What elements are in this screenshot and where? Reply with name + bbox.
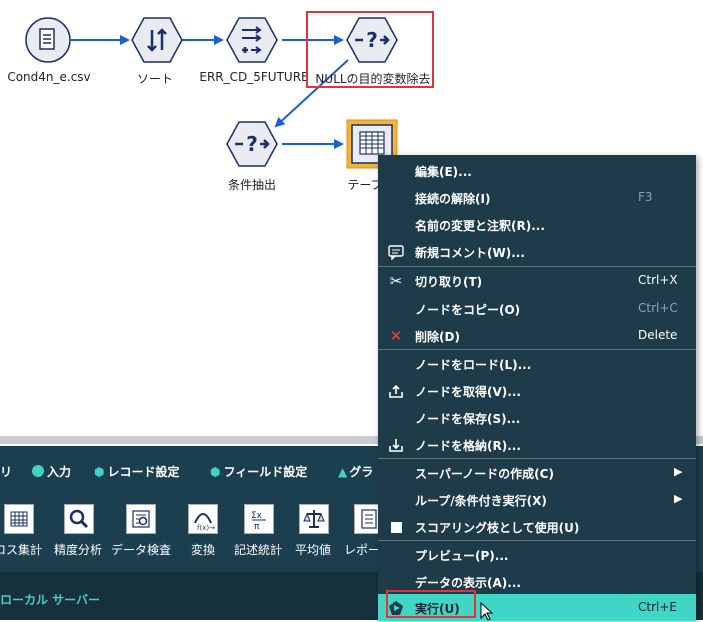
tab-graphs[interactable]: ▲ グラ bbox=[338, 463, 373, 480]
transform-icon[interactable]: f(x)→ bbox=[188, 504, 218, 534]
server-status: ローカル サーバー bbox=[0, 593, 101, 607]
balance-icon[interactable] bbox=[299, 504, 329, 534]
svg-text:f(x)→: f(x)→ bbox=[197, 524, 215, 532]
tool-label-report: レポー bbox=[343, 543, 381, 557]
node-select-condition[interactable]: ? bbox=[226, 120, 278, 168]
tab-field-ops[interactable]: ⬢ フィールド設定 bbox=[210, 463, 307, 480]
menu-item-disconnect[interactable]: 接続の解除(I) F3 bbox=[378, 184, 696, 211]
retrieve-icon bbox=[388, 383, 404, 399]
menu-item-delete[interactable]: ✕ 削除(D) Delete bbox=[378, 322, 696, 349]
tab-favorites[interactable]: リ bbox=[0, 463, 12, 480]
derive-icon bbox=[226, 17, 278, 63]
delete-icon: ✕ bbox=[389, 327, 403, 345]
tool-label-crosstab: ロス集計 bbox=[0, 543, 43, 557]
triangle-icon: ▲ bbox=[338, 465, 348, 479]
menu-item-scoring-branch[interactable]: スコアリング枝として使用(U) bbox=[378, 513, 696, 540]
menu-item-new-comment[interactable]: 新規コメント(W)... bbox=[378, 238, 696, 265]
node-csv-source[interactable] bbox=[24, 16, 72, 64]
highlight-box-null-node bbox=[306, 11, 434, 88]
node-label-csv: Cond4n_e.csv bbox=[7, 70, 91, 84]
comment-icon bbox=[388, 244, 404, 261]
scissors-icon: ✂ bbox=[389, 272, 403, 290]
data-audit-icon[interactable] bbox=[126, 504, 156, 534]
sort-icon bbox=[131, 17, 183, 63]
tab-input[interactable]: 入力 bbox=[32, 463, 71, 480]
menu-item-edit[interactable]: 編集(E)... bbox=[378, 157, 696, 184]
node-label-err: ERR_CD_5FUTURE bbox=[199, 70, 309, 84]
hexagon-icon: ⬢ bbox=[94, 465, 105, 479]
menu-item-cut[interactable]: ✂ 切り取り(T) Ctrl+X bbox=[378, 267, 696, 294]
select-icon: ? bbox=[226, 121, 278, 167]
scoring-icon bbox=[388, 519, 404, 535]
menu-item-load-node[interactable]: ノードをロード(L)... bbox=[378, 350, 696, 377]
context-menu: 編集(E)... 接続の解除(I) F3 名前の変更と注釈(R)... 新規コメ… bbox=[378, 155, 696, 621]
svg-text:?: ? bbox=[246, 132, 258, 156]
statistics-icon[interactable]: Σx π bbox=[244, 504, 274, 534]
tool-label-data-audit: データ検査 bbox=[110, 543, 172, 557]
csv-file-icon bbox=[25, 17, 71, 63]
highlight-box-run bbox=[386, 590, 476, 618]
tool-label-analysis: 精度分析 bbox=[53, 543, 103, 557]
tool-label-statistics: 記述統計 bbox=[233, 543, 283, 557]
submenu-arrow-icon: ▶ bbox=[674, 492, 683, 505]
svg-text:π: π bbox=[254, 522, 260, 532]
tool-label-means: 平均値 bbox=[294, 543, 332, 557]
tab-record-ops[interactable]: ⬢ レコード設定 bbox=[94, 463, 180, 480]
hexagon-icon: ⬢ bbox=[210, 465, 221, 479]
node-sort[interactable] bbox=[131, 16, 183, 64]
menu-item-save-node[interactable]: ノードを保存(S)... bbox=[378, 404, 696, 431]
mouse-cursor-icon bbox=[480, 602, 494, 621]
tool-label-transform: 変換 bbox=[190, 543, 216, 557]
menu-item-copy-node[interactable]: ノードをコピー(O) Ctrl+C bbox=[378, 295, 696, 322]
node-label-cond: 条件抽出 bbox=[227, 178, 277, 192]
node-derive[interactable] bbox=[226, 16, 278, 64]
circle-icon bbox=[32, 465, 44, 477]
menu-item-preview[interactable]: プレビュー(P)... bbox=[378, 541, 696, 568]
crosstab-icon[interactable] bbox=[4, 504, 34, 534]
menu-item-create-supernode[interactable]: スーパーノードの作成(C) ▶ bbox=[378, 459, 696, 486]
store-icon bbox=[388, 437, 404, 453]
menu-item-loop-execution[interactable]: ループ/条件付き実行(X) ▶ bbox=[378, 486, 696, 513]
menu-item-rename[interactable]: 名前の変更と注釈(R)... bbox=[378, 211, 696, 238]
menu-item-store-node[interactable]: ノードを格納(R)... bbox=[378, 431, 696, 458]
node-label-sort: ソート bbox=[136, 72, 174, 86]
magnifier-icon[interactable] bbox=[64, 504, 94, 534]
submenu-arrow-icon: ▶ bbox=[674, 465, 683, 478]
menu-item-retrieve-node[interactable]: ノードを取得(V)... bbox=[378, 377, 696, 404]
